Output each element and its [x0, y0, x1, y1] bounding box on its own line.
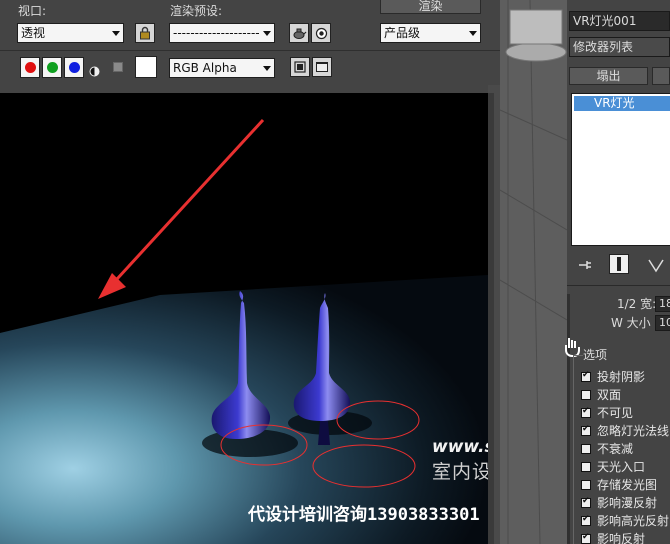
- render-setup-button[interactable]: [289, 23, 309, 43]
- alpha-icon: [89, 66, 100, 77]
- rendered-scene: [0, 118, 488, 544]
- rollout-scrollbar[interactable]: [567, 294, 570, 544]
- option-checkbox[interactable]: [581, 370, 591, 382]
- clear-color-swatch[interactable]: [135, 56, 157, 78]
- option-label: 天光入口: [597, 460, 646, 474]
- channel-dropdown-value: RGB Alpha: [173, 61, 237, 75]
- collapse-button[interactable]: 塌出: [569, 67, 648, 85]
- pin-stack-icon[interactable]: [577, 257, 593, 273]
- record-icon: [315, 27, 327, 39]
- render-quality-dropdown[interactable]: 产品级: [380, 23, 481, 43]
- option-checkbox[interactable]: [581, 390, 591, 400]
- viewport-grid: [500, 0, 567, 544]
- option-checkbox[interactable]: [581, 532, 591, 544]
- footer-caption: 代设计培训咨询13903833301 QQ15878793: [248, 505, 488, 525]
- option-label: 投射阴影: [597, 370, 646, 384]
- preset-dropdown[interactable]: --------------------: [169, 23, 275, 43]
- chevron-down-icon: [261, 24, 271, 42]
- green-channel-toggle[interactable]: [42, 57, 62, 78]
- option-checkbox[interactable]: [581, 406, 591, 418]
- option-checkbox[interactable]: [581, 462, 591, 472]
- w-size-label: W 大小: [611, 316, 651, 330]
- option-checkbox[interactable]: [581, 444, 591, 454]
- stack-item-vray-light[interactable]: VR灯光: [574, 96, 670, 111]
- option-label: 双面: [597, 388, 622, 402]
- arrow-head-icon: [98, 273, 126, 299]
- preset-label: 渲染预设:: [170, 4, 223, 18]
- viewport-dropdown-value: 透视: [21, 26, 46, 40]
- render-button[interactable]: 渲染: [380, 0, 481, 14]
- option-label: 影响漫反射: [597, 496, 658, 510]
- chevron-down-icon: [110, 24, 120, 42]
- background-viewport: [500, 0, 567, 544]
- option-label: 不可见: [597, 406, 634, 420]
- quality-dropdown-value: 产品级: [384, 26, 421, 40]
- screen: 视口: 透视 渲染预设: -------------------- 渲染 产品级…: [0, 0, 670, 544]
- window-overlay-icon: [294, 61, 306, 73]
- modifier-stack-list[interactable]: VR灯光: [571, 93, 670, 246]
- vase-stem-reflection: [318, 421, 330, 445]
- viewport-label: 视口:: [18, 4, 47, 18]
- option-label: 不衰减: [597, 442, 634, 456]
- option-label: 忽略灯光法线: [597, 424, 670, 438]
- green-channel-icon: [46, 62, 58, 73]
- blue-channel-icon: [68, 62, 80, 73]
- modify-panel: VR灯光001 修改器列表 塌出 VR灯光 1/2 宽: 1 W 大小 1 选项…: [565, 0, 670, 544]
- chevron-down-icon: [261, 59, 271, 77]
- option-label: 存储发光图: [597, 478, 658, 492]
- option-checkbox[interactable]: [581, 480, 591, 490]
- option-checkbox[interactable]: [581, 424, 591, 436]
- watermark-name: 室内设计培训: [432, 461, 488, 483]
- w-size-field[interactable]: 10: [655, 315, 670, 331]
- panel-extra-button[interactable]: [652, 67, 670, 85]
- option-checkbox[interactable]: [581, 514, 591, 526]
- viewport-dropdown[interactable]: 透视: [17, 23, 124, 43]
- watermark-url: www.shejiedu.com: [432, 437, 488, 457]
- monochrome-toggle[interactable]: [113, 62, 123, 72]
- rollout-divider: [567, 285, 670, 286]
- modifier-list-dropdown[interactable]: 修改器列表: [569, 37, 670, 57]
- chevron-down-icon: [467, 24, 477, 42]
- toolbar-divider: [0, 50, 500, 51]
- annotation-arrow: [104, 118, 265, 293]
- half-width-field[interactable]: 18: [655, 296, 670, 312]
- half-width-label: 1/2 宽:: [617, 297, 657, 311]
- command-panel: VR灯光001 修改器列表 塌出 VR灯光 1/2 宽: 1 W 大小 1 选项…: [500, 0, 670, 544]
- option-checkbox[interactable]: [581, 496, 591, 508]
- end-result-icon: [617, 257, 621, 271]
- preset-dropdown-value: --------------------: [173, 26, 260, 40]
- environment-button[interactable]: [311, 23, 331, 43]
- render-frame-window: 视口: 透视 渲染预设: -------------------- 渲染 产品级…: [0, 0, 500, 544]
- lock-icon: [140, 26, 150, 40]
- red-channel-toggle[interactable]: [20, 57, 40, 78]
- channel-display-dropdown[interactable]: RGB Alpha: [169, 58, 275, 78]
- lock-viewport-button[interactable]: [135, 23, 155, 43]
- toggle-ui-button[interactable]: [312, 57, 332, 77]
- show-end-result-button[interactable]: [609, 254, 629, 274]
- window-icon: [316, 62, 328, 72]
- alpha-channel-toggle[interactable]: [89, 62, 100, 77]
- render-viewport[interactable]: www.shejiedu.com 室内设计培训 代设计培训咨询139038333…: [0, 93, 488, 544]
- options-group-label: 选项: [583, 348, 608, 362]
- blue-channel-toggle[interactable]: [64, 57, 84, 78]
- make-unique-icon[interactable]: [647, 256, 665, 274]
- stack-toolbar: [571, 254, 670, 276]
- option-label: 影响反射: [597, 532, 646, 544]
- red-channel-icon: [24, 62, 36, 73]
- viewport-scrollbar[interactable]: [488, 93, 494, 544]
- object-name-field[interactable]: VR灯光001: [569, 11, 670, 31]
- teapot-icon: [293, 28, 306, 39]
- toggle-ui-overlay-button[interactable]: [290, 57, 310, 77]
- option-label: 影响高光反射: [597, 514, 670, 528]
